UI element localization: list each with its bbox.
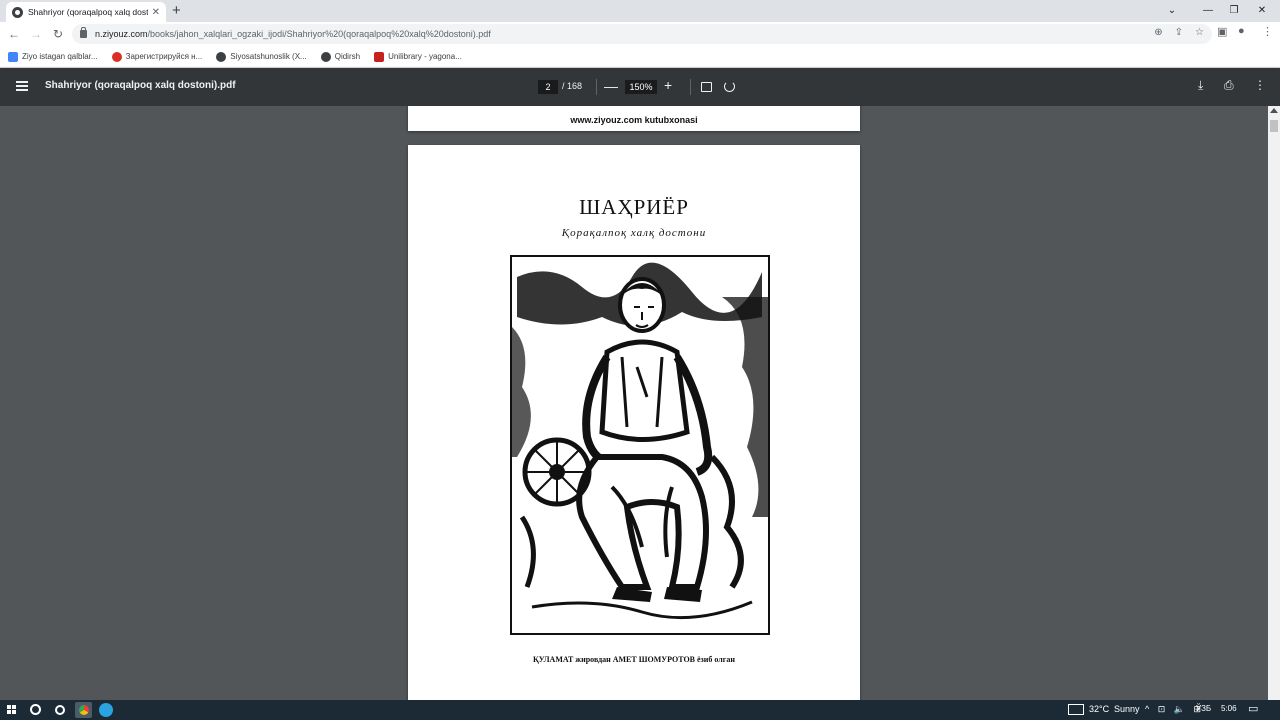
- notification-icon[interactable]: ▭: [1248, 702, 1258, 715]
- tab-title: Shahriyor (qoraqalpoq xalq dost: [28, 7, 148, 17]
- chart-icon: [8, 51, 18, 62]
- bookmark-item[interactable]: Ziyo istagan qalblar...: [8, 51, 98, 62]
- bookmark-label: Ziyo istagan qalblar...: [22, 52, 98, 61]
- task-view-icon[interactable]: [55, 705, 65, 715]
- new-tab-button[interactable]: +: [172, 2, 181, 20]
- lock-icon: [80, 27, 87, 38]
- taskbar: 32°C Sunny ^ ⊡ 🔈 ⊞ ЎЗБ 5:06 ▭: [0, 700, 1280, 720]
- library-icon: [374, 51, 385, 62]
- browser-menu-icon[interactable]: ⋮: [1262, 25, 1273, 38]
- bookmark-item[interactable]: Siyosatshunoslik (X...: [216, 51, 307, 62]
- book-credit: ҚУЛАМАТ жиров​дан АМЕТ ШОМУРОТОВ ёзиб ол…: [532, 655, 736, 664]
- weather-condition[interactable]: Sunny: [1114, 704, 1140, 714]
- zoom-level-input[interactable]: 150%: [625, 80, 657, 94]
- bookmark-star-icon[interactable]: ☆: [1195, 27, 1204, 38]
- bookmark-label: Зарегистрируйся н...: [125, 52, 203, 61]
- pdf-document-area[interactable]: www.ziyouz.com kutubxonasi ШАҲРИЁР Қорақ…: [0, 106, 1268, 700]
- bookmark-item[interactable]: Unilibrary - yagona...: [374, 51, 462, 62]
- fit-page-icon[interactable]: [701, 82, 712, 92]
- tab-close-icon[interactable]: ✕: [152, 7, 160, 18]
- side-panel-icon[interactable]: ▣: [1217, 25, 1227, 38]
- divider: [596, 79, 597, 95]
- keyboard-language[interactable]: ЎЗБ: [1196, 704, 1211, 713]
- download-icon[interactable]: ⤓: [1198, 78, 1203, 93]
- address-bar[interactable]: n.ziyouz.com /books/jahon_xalqlari_ogzak…: [72, 24, 1212, 44]
- bookmarks-bar: Ziyo istagan qalblar... Зарегистрируйся …: [0, 46, 1280, 68]
- cover-illustration: [510, 255, 770, 635]
- tab-search-icon[interactable]: ⌄: [1154, 0, 1190, 20]
- windows-start-icon[interactable]: [7, 705, 17, 715]
- divider: [690, 79, 691, 95]
- scroll-up-arrow-icon[interactable]: [1270, 108, 1278, 113]
- close-window-button[interactable]: ✕: [1244, 0, 1280, 20]
- browser-tab[interactable]: Shahriyor (qoraqalpoq xalq dost ✕: [6, 2, 166, 22]
- chrome-taskbar-icon[interactable]: [75, 702, 92, 718]
- more-options-icon[interactable]: ⋮: [1254, 78, 1266, 92]
- telegram-taskbar-icon[interactable]: [99, 703, 113, 717]
- share-icon[interactable]: ⇪: [1175, 27, 1183, 38]
- url-host: n.ziyouz.com: [95, 29, 148, 39]
- pdf-page: www.ziyouz.com kutubxonasi: [408, 106, 860, 131]
- bookmark-label: Siyosatshunoslik (X...: [230, 52, 307, 61]
- print-icon[interactable]: ⎙: [1224, 78, 1234, 93]
- back-button[interactable]: ←: [5, 25, 23, 43]
- bookmark-item[interactable]: Зарегистрируйся н...: [111, 51, 203, 62]
- page-number-input[interactable]: 2: [538, 80, 558, 94]
- scrollbar-thumb[interactable]: [1270, 120, 1278, 132]
- reload-button[interactable]: ↻: [49, 25, 67, 43]
- vertical-scrollbar[interactable]: [1268, 106, 1280, 700]
- url-path: /books/jahon_xalqlari_ogzaki_ijodi/Shahr…: [147, 29, 491, 39]
- pdf-toolbar: Shahriyor (qoraqalpoq xalq dostoni).pdf …: [0, 68, 1280, 106]
- tab-strip: Shahriyor (qoraqalpoq xalq dost ✕ + ⌄ — …: [0, 0, 1280, 22]
- rotate-icon[interactable]: [724, 81, 735, 92]
- weather-temperature[interactable]: 32°C: [1089, 704, 1109, 714]
- browser-toolbar: ← → ↻ n.ziyouz.com /books/jahon_xalqlari…: [0, 22, 1280, 46]
- zoom-out-button[interactable]: —: [604, 78, 618, 94]
- pdf-page: ШАҲРИЁР Қорақалпоқ халқ достони ҚУЛАМАТ …: [408, 145, 860, 700]
- bookmark-item[interactable]: Qidirsh: [320, 51, 361, 62]
- globe-icon: [320, 51, 331, 62]
- zoom-in-button[interactable]: +: [664, 77, 672, 93]
- clock-time[interactable]: 5:06: [1221, 704, 1237, 713]
- page-total: / 168: [562, 81, 583, 91]
- site-favicon-icon: [12, 6, 23, 18]
- hamburger-menu-icon[interactable]: [16, 81, 28, 91]
- profile-avatar-icon[interactable]: ●: [1238, 25, 1245, 37]
- bookmark-label: Qidirsh: [334, 52, 361, 61]
- bookmark-label: Unilibrary - yagona...: [388, 52, 462, 61]
- zoom-icon[interactable]: ⊕: [1154, 27, 1162, 38]
- forward-button[interactable]: →: [27, 25, 45, 43]
- globe-icon: [216, 51, 227, 62]
- heart-icon: [111, 51, 122, 62]
- search-icon[interactable]: [30, 704, 41, 715]
- weather-icon[interactable]: [1068, 704, 1084, 715]
- pdf-filename: Shahriyor (qoraqalpoq xalq dostoni).pdf: [45, 80, 236, 91]
- book-subtitle: Қорақалпоқ халқ достони: [561, 227, 707, 239]
- book-title: ШАҲРИЁР: [579, 195, 689, 219]
- page-footer: www.ziyouz.com kutubxonasi: [570, 115, 698, 125]
